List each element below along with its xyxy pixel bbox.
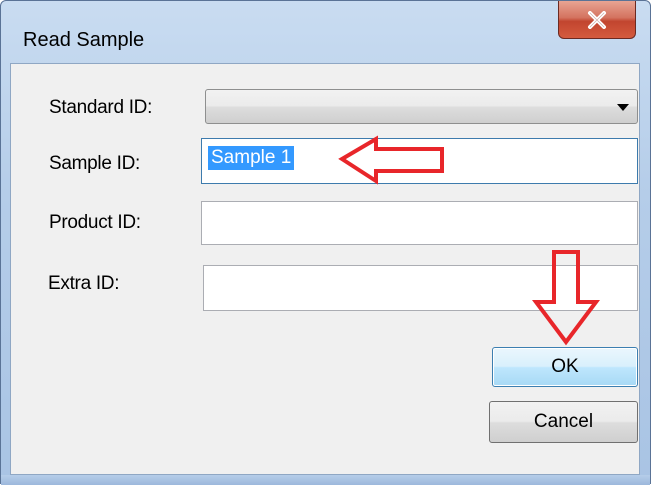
product-id-label: Product ID: (49, 212, 141, 233)
sample-id-label: Sample ID: (49, 153, 140, 174)
standard-id-dropdown[interactable] (205, 89, 638, 124)
ok-button[interactable]: OK (492, 347, 638, 387)
window-title: Read Sample (23, 29, 145, 51)
close-button[interactable] (558, 1, 636, 39)
extra-id-input[interactable] (203, 265, 638, 311)
extra-id-label: Extra ID: (48, 273, 120, 294)
close-x-icon (588, 10, 606, 29)
chevron-down-icon (617, 104, 629, 111)
cancel-button[interactable]: Cancel (489, 401, 638, 443)
sample-id-selected-text: Sample 1 (208, 146, 295, 170)
product-id-input[interactable] (201, 201, 638, 245)
dialog-body: Standard ID: Sample ID: Sample 1 Product… (10, 63, 640, 475)
dialog-window: Read Sample Standard ID: Sample ID: Samp… (0, 0, 651, 485)
title-bar[interactable]: Read Sample (1, 1, 650, 63)
standard-id-label: Standard ID: (49, 97, 153, 118)
